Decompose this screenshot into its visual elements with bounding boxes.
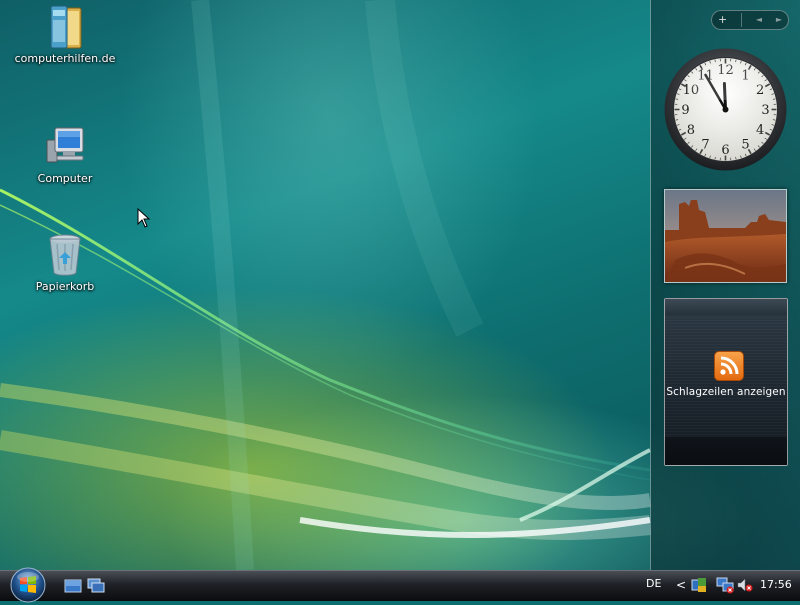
windows-sidebar: + ◄ ► 123456789101112 bbox=[650, 0, 800, 570]
clock-tick bbox=[676, 99, 679, 100]
desktop-icon-recycle-bin[interactable]: Papierkorb bbox=[10, 230, 120, 293]
rss-icon bbox=[714, 351, 744, 381]
clock-number: 9 bbox=[681, 103, 689, 118]
start-button[interactable] bbox=[8, 565, 48, 605]
show-desktop-icon[interactable] bbox=[64, 578, 82, 594]
security-center-icon[interactable] bbox=[690, 576, 708, 594]
clock-tick bbox=[736, 60, 737, 63]
computer-icon bbox=[41, 122, 89, 170]
clock-number: 4 bbox=[756, 123, 764, 138]
feed-headlines-gadget[interactable]: Schlagzeilen anzeigen bbox=[664, 298, 788, 466]
desktop-icon-computer[interactable]: Computer bbox=[10, 122, 120, 185]
desktop-icon-label: computerhilfen.de bbox=[10, 52, 120, 65]
clock-number: 8 bbox=[687, 123, 695, 138]
monument-valley-photo bbox=[665, 190, 786, 282]
feed-gadget-footer bbox=[665, 436, 787, 465]
folder-book-icon bbox=[41, 2, 89, 50]
taskbar-clock[interactable]: 17:56 bbox=[760, 578, 792, 591]
clock-tick bbox=[736, 157, 737, 160]
add-gadget-button[interactable]: + bbox=[718, 12, 727, 28]
clock-tick bbox=[715, 157, 716, 160]
network-icon[interactable] bbox=[716, 576, 734, 594]
clock-tick bbox=[773, 120, 776, 121]
sidebar-controls: + ◄ ► bbox=[711, 10, 789, 30]
mouse-cursor-icon bbox=[137, 208, 151, 228]
language-indicator[interactable]: DE bbox=[646, 577, 661, 590]
desktop-icon-computerhilfen[interactable]: computerhilfen.de bbox=[10, 2, 120, 65]
previous-page-button[interactable]: ◄ bbox=[756, 12, 762, 28]
next-page-button[interactable]: ► bbox=[776, 12, 782, 28]
clock-tick bbox=[715, 60, 716, 63]
clock-number: 3 bbox=[761, 103, 769, 118]
clock-tick bbox=[773, 99, 776, 100]
volume-muted-icon[interactable] bbox=[736, 576, 754, 594]
feed-gadget-header bbox=[665, 299, 787, 315]
desktop-icon-label: Computer bbox=[10, 172, 120, 185]
clock-gadget[interactable]: 123456789101112 bbox=[663, 47, 788, 172]
sidebar-controls-divider bbox=[741, 13, 742, 27]
clock-tick bbox=[676, 120, 679, 121]
show-hidden-icons-button[interactable]: < bbox=[676, 578, 686, 592]
slideshow-gadget[interactable] bbox=[664, 189, 787, 283]
recycle-bin-icon bbox=[41, 230, 89, 278]
switch-windows-icon[interactable] bbox=[87, 578, 105, 594]
desktop-icon-label: Papierkorb bbox=[10, 280, 120, 293]
show-headlines-link[interactable]: Schlagzeilen anzeigen bbox=[665, 386, 787, 398]
